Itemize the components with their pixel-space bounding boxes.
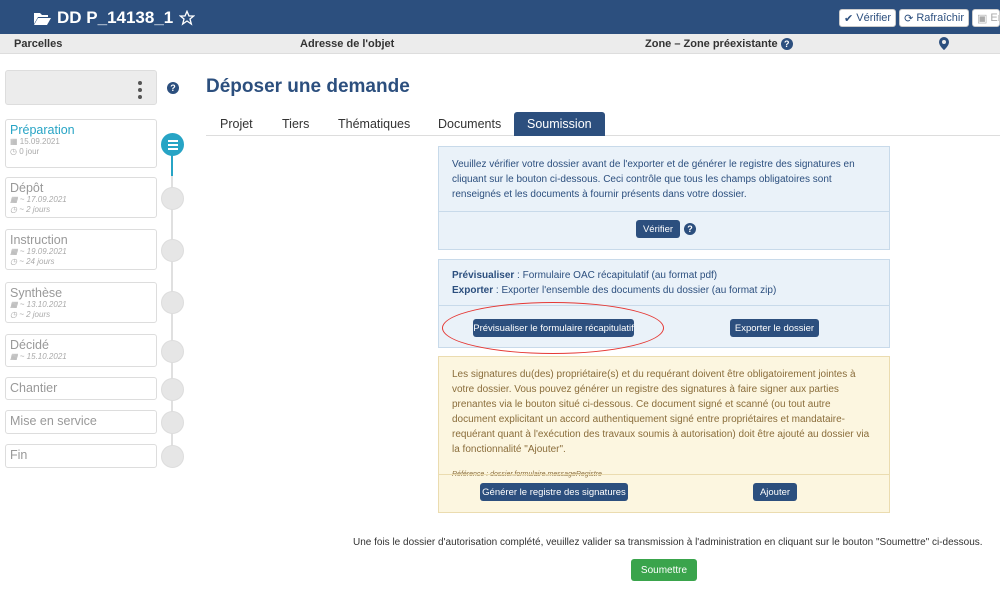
dossier-title: DD P_14138_1 xyxy=(34,8,196,28)
address-label: Adresse de l'objet xyxy=(300,38,395,50)
step-dot[interactable] xyxy=(161,445,184,468)
tab-documents[interactable]: Documents xyxy=(438,112,501,136)
verify-button[interactable]: Vérifier xyxy=(636,220,680,238)
calendar-icon: ▦ xyxy=(10,300,20,309)
step-depot[interactable]: Dépôt ▦ ~ 17.09.2021 ◷ ~ 2 jours xyxy=(5,177,157,218)
tab-soumission[interactable]: Soumission xyxy=(514,112,605,136)
check-icon: ✔ xyxy=(844,12,854,25)
step-dot[interactable] xyxy=(161,340,184,363)
zone-label: Zone – Zone préexistante ? xyxy=(645,38,793,50)
step-decide[interactable]: Décidé ▦ ~ 15.10.2021 xyxy=(5,334,157,367)
tab-bar: Projet Tiers Thématiques Documents Soumi… xyxy=(206,112,1000,136)
help-icon[interactable]: ? xyxy=(780,38,793,50)
dossier-title-text: DD P_14138_1 xyxy=(57,8,174,27)
verify-text: Veuillez vérifier votre dossier avant de… xyxy=(452,159,855,200)
step-dot[interactable] xyxy=(161,291,184,314)
annotation-ellipse xyxy=(442,302,664,354)
submit-button[interactable]: Soumettre xyxy=(631,559,697,581)
export-dossier-button[interactable]: Exporter le dossier xyxy=(730,319,819,337)
tab-thematiques[interactable]: Thématiques xyxy=(338,112,410,136)
clock-icon: ◷ xyxy=(10,147,20,156)
tab-tiers[interactable]: Tiers xyxy=(282,112,309,136)
workflow-help-icon[interactable]: ? xyxy=(167,82,179,94)
step-dot[interactable] xyxy=(161,239,184,262)
step-dot[interactable] xyxy=(161,378,184,401)
export-label: Exporter xyxy=(452,285,494,296)
calendar-icon: ▦ xyxy=(10,352,20,361)
verify-panel: Veuillez vérifier votre dossier avant de… xyxy=(438,146,890,250)
folder-open-icon xyxy=(34,12,51,25)
verify-toolbar-button[interactable]: ✔ Vérifier xyxy=(839,9,897,27)
generate-signatures-button[interactable]: Générer le registre des signatures xyxy=(480,483,628,501)
refresh-button[interactable]: ⟳ Rafraîchir xyxy=(899,9,969,27)
refresh-icon: ⟳ xyxy=(904,12,914,25)
step-fin[interactable]: Fin xyxy=(5,444,157,468)
add-document-button[interactable]: Ajouter xyxy=(753,483,797,501)
tab-projet[interactable]: Projet xyxy=(220,112,253,136)
star-icon[interactable] xyxy=(179,10,196,26)
save-button[interactable]: ▣En xyxy=(972,9,1000,27)
step-preparation[interactable]: Préparation ▦ 15.09.2021 ◷ 0 jour xyxy=(5,119,157,168)
toolbar: ✔Vérifier ⟳Rafraîchir ▣En xyxy=(839,9,1000,27)
object-info-bar: Parcelles Adresse de l'objet Zone – Zone… xyxy=(0,34,1000,54)
page-title: Déposer une demande xyxy=(206,76,410,97)
step-synthese[interactable]: Synthèse ▦ ~ 13.10.2021 ◷ ~ 2 jours xyxy=(5,282,157,323)
map-marker-icon[interactable] xyxy=(939,37,949,50)
workflow-menu-box xyxy=(5,70,157,105)
more-options-icon[interactable] xyxy=(138,81,142,99)
top-bar: DD P_14138_1 ✔Vérifier ⟳Rafraîchir ▣En xyxy=(0,0,1000,34)
calendar-icon: ▦ xyxy=(10,247,20,256)
clock-icon: ◷ xyxy=(10,257,20,266)
parcels-label: Parcelles xyxy=(14,38,63,50)
save-icon: ▣ xyxy=(977,12,988,25)
signatures-panel: Les signatures du(des) propriétaire(s) e… xyxy=(438,356,890,513)
step-dot[interactable] xyxy=(161,187,184,210)
step-mise-en-service[interactable]: Mise en service xyxy=(5,410,157,434)
clock-icon: ◷ xyxy=(10,310,20,319)
clock-icon: ◷ xyxy=(10,205,20,214)
verify-help-icon[interactable]: ? xyxy=(684,223,696,235)
calendar-icon: ▦ xyxy=(10,195,20,204)
preview-label: Prévisualiser xyxy=(452,270,515,281)
signatures-text: Les signatures du(des) propriétaire(s) e… xyxy=(452,369,870,455)
step-chantier[interactable]: Chantier xyxy=(5,377,157,400)
step-dot-active[interactable] xyxy=(161,133,184,156)
step-dot[interactable] xyxy=(161,411,184,434)
step-instruction[interactable]: Instruction ▦ ~ 19.09.2021 ◷ ~ 24 jours xyxy=(5,229,157,270)
calendar-icon: ▦ xyxy=(10,137,20,146)
submission-instructions: Une fois le dossier d'autorisation compl… xyxy=(353,537,983,548)
